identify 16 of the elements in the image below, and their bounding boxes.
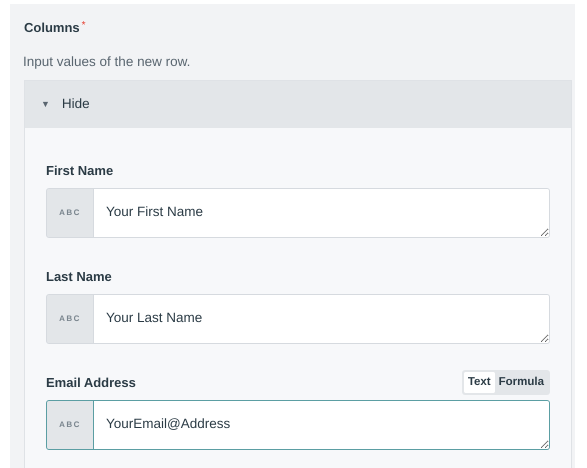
type-badge: ABC (46, 188, 94, 238)
input-field[interactable]: YourEmail@Address (94, 400, 550, 450)
field-label: Last Name (46, 268, 112, 286)
type-badge: ABC (46, 294, 94, 344)
caret-icon: ▼ (41, 98, 50, 111)
description-text: Input values of the new row. (23, 52, 192, 71)
mode-tab[interactable]: Formula (494, 372, 548, 394)
input-field[interactable]: Your Last Name (94, 294, 550, 344)
mode-tab[interactable]: Text (464, 372, 495, 394)
collapse-toggle[interactable]: ▼ Hide (25, 80, 571, 128)
input-field[interactable]: Your First Name (94, 188, 550, 238)
section-title: Columns (24, 20, 80, 35)
required-mark: * (82, 20, 86, 31)
field-label: First Name (46, 162, 114, 180)
type-badge: ABC (46, 400, 94, 450)
field-label: Email Address (46, 374, 136, 392)
